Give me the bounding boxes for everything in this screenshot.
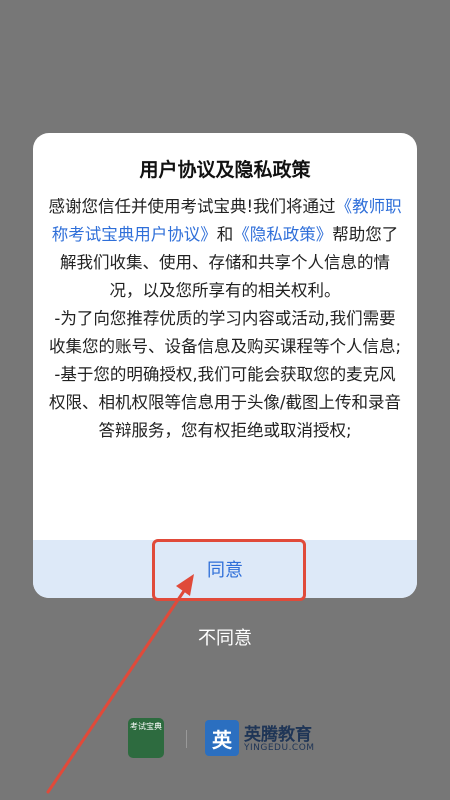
intro-text: 感谢您信任并使用考试宝典!我们将通过 [48,197,336,216]
agree-button[interactable]: 同意 [33,540,417,598]
intro-paragraph: 感谢您信任并使用考试宝典!我们将通过《教师职称考试宝典用户协议》和《隐私政策》帮… [47,193,403,305]
yingedu-logo-icon: 英 [205,720,239,756]
disagree-button[interactable]: 不同意 [0,624,450,650]
privacy-dialog: 用户协议及隐私政策 感谢您信任并使用考试宝典!我们将通过《教师职称考试宝典用户协… [33,133,417,598]
permission-item-1: -为了向您推荐优质的学习内容或活动,我们需要收集您的账号、设备信息及购买课程等个… [48,309,402,356]
footer-branding: 考试宝典 英 英腾教育 YINGEDU.COM [0,718,450,760]
privacy-policy-link[interactable]: 《隐私政策》 [233,225,332,244]
dialog-body: 感谢您信任并使用考试宝典!我们将通过《教师职称考试宝典用户协议》和《隐私政策》帮… [47,193,403,445]
dialog-title: 用户协议及隐私政策 [139,159,311,181]
intro-and: 和 [216,225,234,244]
brand-domain: YINGEDU.COM [244,743,315,753]
permission-item-2: -基于您的明确授权,我们可能会获取您的麦克风权限、相机权限等信息用于头像/截图上… [48,365,402,440]
footer-divider [186,730,187,748]
brand-name: 英腾教育 [244,725,312,745]
exam-app-logo-icon: 考试宝典 [128,718,164,758]
